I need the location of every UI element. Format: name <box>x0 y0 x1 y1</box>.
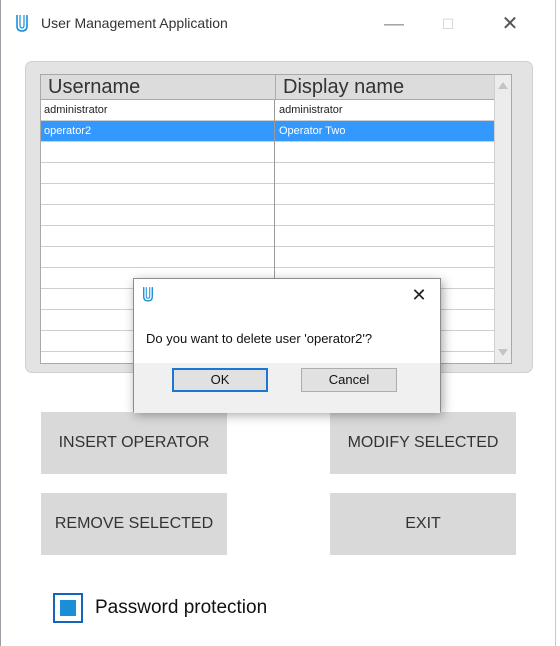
password-protection-checkbox[interactable] <box>53 593 83 623</box>
empty-cell <box>41 247 275 268</box>
column-header-display-name[interactable]: Display name <box>276 75 510 100</box>
empty-cell <box>41 142 275 163</box>
table-row[interactable]: administrator administrator <box>41 100 494 121</box>
cell-username: operator2 <box>41 121 275 142</box>
empty-cell <box>41 184 275 205</box>
close-button[interactable]: ✕ <box>487 6 533 42</box>
empty-cell <box>275 184 494 205</box>
checkbox-checked-indicator <box>60 600 76 616</box>
empty-cell <box>275 142 494 163</box>
cancel-button[interactable]: Cancel <box>301 368 397 392</box>
remove-selected-button[interactable]: REMOVE SELECTED <box>41 493 227 555</box>
dialog-title-bar[interactable]: ✕ <box>134 279 440 311</box>
modify-selected-button[interactable]: MODIFY SELECTED <box>330 412 516 474</box>
title-bar[interactable]: User Management Application — ☐ ✕ <box>1 0 555 48</box>
exit-button[interactable]: EXIT <box>330 493 516 555</box>
cell-username: administrator <box>41 100 275 121</box>
empty-cell <box>41 205 275 226</box>
empty-row[interactable] <box>41 184 494 205</box>
column-header-username[interactable]: Username <box>41 75 276 100</box>
empty-cell <box>275 226 494 247</box>
insert-operator-button[interactable]: INSERT OPERATOR <box>41 412 227 474</box>
confirm-delete-dialog: ✕ Do you want to delete user 'operator2'… <box>133 278 441 413</box>
ok-button[interactable]: OK <box>172 368 268 392</box>
dialog-button-row: OK Cancel <box>134 363 440 413</box>
empty-row[interactable] <box>41 163 494 184</box>
empty-row[interactable] <box>41 205 494 226</box>
table-row-selected[interactable]: operator2 Operator Two <box>41 121 494 142</box>
scroll-up-icon[interactable] <box>498 82 508 89</box>
app-icon <box>16 15 28 32</box>
dialog-close-button[interactable]: ✕ <box>404 281 434 309</box>
window-title: User Management Application <box>41 15 228 31</box>
password-protection-label[interactable]: Password protection <box>95 597 267 619</box>
empty-row[interactable] <box>41 226 494 247</box>
minimize-button[interactable]: — <box>371 6 417 42</box>
empty-cell <box>275 205 494 226</box>
dialog-message: Do you want to delete user 'operator2'? <box>146 331 373 346</box>
app-icon <box>143 287 153 302</box>
scroll-down-icon[interactable] <box>498 349 508 356</box>
empty-cell <box>275 163 494 184</box>
cell-display-name: administrator <box>279 104 343 116</box>
empty-row[interactable] <box>41 247 494 268</box>
vertical-scrollbar[interactable] <box>494 75 511 363</box>
empty-cell <box>275 247 494 268</box>
maximize-button[interactable]: ☐ <box>425 6 471 42</box>
empty-row[interactable] <box>41 142 494 163</box>
cell-display-name: Operator Two <box>279 125 346 137</box>
empty-cell <box>41 163 275 184</box>
empty-cell <box>41 226 275 247</box>
